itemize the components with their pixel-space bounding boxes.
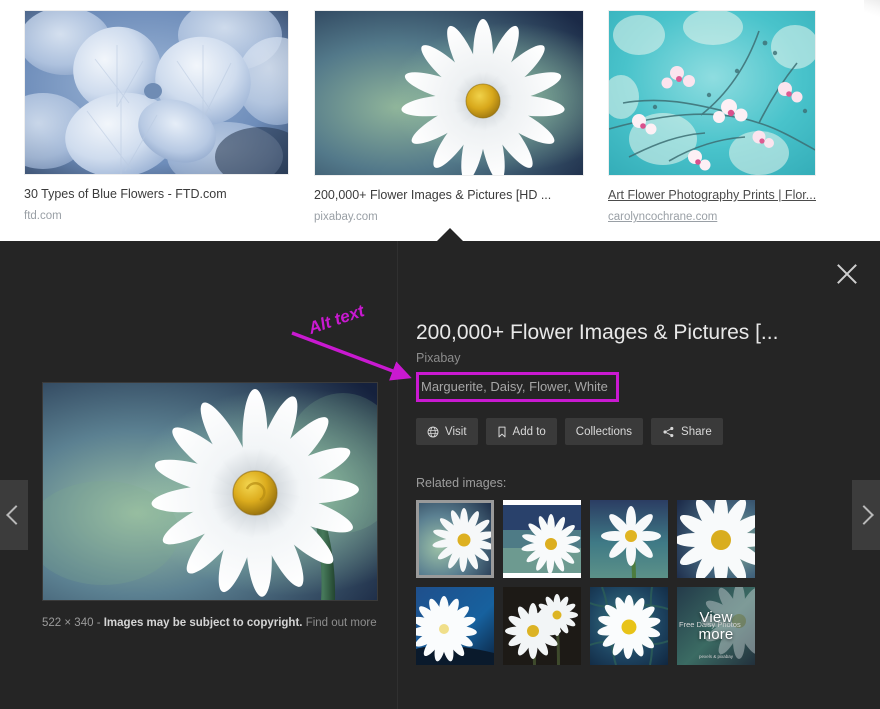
result-thumbnail[interactable]: [24, 10, 289, 175]
related-image-item[interactable]: [590, 500, 668, 578]
add-to-button-label: Add to: [513, 426, 546, 438]
result-title[interactable]: Art Flower Photography Prints | Flor...: [608, 188, 816, 203]
preview-section: 522 × 340 - Images may be subject to cop…: [42, 382, 378, 631]
related-image-item[interactable]: [590, 587, 668, 665]
detail-title[interactable]: 200,000+ Flower Images & Pictures [...: [416, 319, 836, 346]
white-daisy-dark-blue-band-thumbnail: [503, 500, 581, 578]
pink-blossom-branches-on-teal-image: [609, 11, 816, 176]
result-title[interactable]: 200,000+ Flower Images & Pictures [HD ..…: [314, 188, 584, 203]
view-more-overlay: View more: [677, 587, 755, 665]
alt-text-value: Marguerite, Daisy, Flower, White: [416, 372, 619, 402]
related-image-item[interactable]: [416, 587, 494, 665]
action-buttons-row: Visit Add to Collections Share: [416, 418, 836, 445]
globe-icon: [427, 426, 439, 438]
related-image-item[interactable]: [677, 500, 755, 578]
image-info-column: 200,000+ Flower Images & Pictures [... P…: [416, 241, 836, 665]
visit-button[interactable]: Visit: [416, 418, 478, 445]
main-preview-image[interactable]: [42, 382, 378, 601]
result-card[interactable]: 30 Types of Blue Flowers - FTD.com ftd.c…: [24, 10, 289, 223]
chevron-left-icon: [6, 505, 26, 525]
result-thumbnail[interactable]: [608, 10, 816, 176]
collections-button-label: Collections: [576, 426, 632, 438]
related-image-item-view-more[interactable]: Free Daisy Photos pexels & pixabay View …: [677, 587, 755, 665]
image-meta-line: 522 × 340 - Images may be subject to cop…: [42, 615, 378, 631]
find-out-more-link[interactable]: Find out more: [306, 617, 377, 629]
result-title[interactable]: 30 Types of Blue Flowers - FTD.com: [24, 187, 289, 202]
result-source: ftd.com: [24, 209, 289, 223]
white-daisy-large-image: [43, 383, 377, 600]
bookmark-icon: [497, 426, 507, 438]
white-daisy-closeup-thumbnail: [677, 500, 755, 578]
related-image-item[interactable]: [503, 587, 581, 665]
detail-source: Pixabay: [416, 350, 836, 366]
panel-divider: [397, 241, 398, 709]
result-card[interactable]: Art Flower Photography Prints | Flor... …: [608, 10, 816, 224]
collections-button[interactable]: Collections: [565, 418, 643, 445]
panel-caret-pointer: [437, 228, 463, 241]
white-daisy-side-stem-thumbnail: [590, 500, 668, 578]
view-more-line1: View: [699, 609, 732, 626]
result-thumbnail[interactable]: [314, 10, 584, 176]
blue-hydrangea-petals-image: [25, 11, 289, 175]
daisy-blue-bokeh-thumbnail: [590, 587, 668, 665]
scrollbar-hint[interactable]: [864, 0, 880, 18]
previous-image-button[interactable]: [0, 480, 28, 550]
meta-separator: -: [97, 617, 101, 629]
related-images-label: Related images:: [416, 475, 836, 491]
add-to-button[interactable]: Add to: [486, 418, 557, 445]
white-daisy-teal-blur-thumbnail: [416, 500, 494, 578]
share-button[interactable]: Share: [651, 418, 723, 445]
white-waterlily-blue-thumbnail: [416, 587, 494, 665]
view-more-line2: more: [699, 626, 734, 643]
share-icon: [662, 426, 675, 438]
image-detail-panel: 522 × 340 - Images may be subject to cop…: [0, 241, 880, 709]
next-image-button[interactable]: [852, 480, 880, 550]
result-source: carolyncochrane.com: [608, 210, 816, 224]
related-images-grid: Free Daisy Photos pexels & pixabay View …: [416, 500, 761, 665]
result-source: pixabay.com: [314, 210, 584, 224]
share-button-label: Share: [681, 426, 712, 438]
result-card[interactable]: 200,000+ Flower Images & Pictures [HD ..…: [314, 10, 584, 224]
visit-button-label: Visit: [445, 426, 467, 438]
white-daisy-on-teal-background-image: [315, 11, 584, 176]
image-results-strip: 30 Types of Blue Flowers - FTD.com ftd.c…: [0, 0, 880, 232]
copyright-notice: Images may be subject to copyright.: [104, 617, 303, 629]
related-image-item[interactable]: [503, 500, 581, 578]
related-image-item[interactable]: [416, 500, 494, 578]
chevron-right-icon: [854, 505, 874, 525]
image-dimensions: 522 × 340: [42, 617, 93, 629]
two-daisies-dark-thumbnail: [503, 587, 581, 665]
